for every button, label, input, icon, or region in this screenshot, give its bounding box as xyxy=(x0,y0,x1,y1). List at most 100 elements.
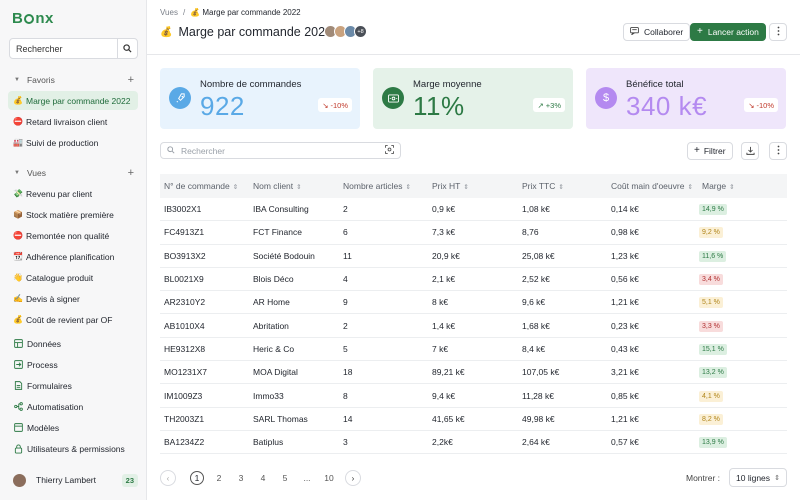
launch-action-button[interactable]: + Lancer action xyxy=(690,23,766,41)
sidebar-item-process[interactable]: Process xyxy=(8,355,138,374)
table-cell: 5 xyxy=(343,343,348,354)
table-cell: 3,3 % xyxy=(698,320,787,332)
page-title-text: Marge par commande 2022 xyxy=(178,25,333,39)
table-row[interactable]: BL0021X9 Blois Déco 4 2,1 k€ 2,52 k€ 0,56 k€ 3… xyxy=(160,268,787,292)
column-header[interactable]: Coût main d'oeuvre ⇕ xyxy=(607,181,698,191)
column-header-label: Nom client xyxy=(253,181,294,191)
table-row[interactable]: MO1231X7 MOA Digital 18 89,21 k€ 107,05 k€ 3,… xyxy=(160,361,787,385)
table-cell: 9,4 k€ xyxy=(432,390,456,401)
margin-badge: 14,9 % xyxy=(699,204,727,216)
sidebar-item-suivi-production[interactable]: 🏭 Suivi de production xyxy=(8,133,138,152)
logo[interactable]: Bnx xyxy=(12,10,54,27)
column-header[interactable]: Marge ⇕ xyxy=(698,181,787,191)
table-cell: 5,1 % xyxy=(698,296,787,309)
sidebar-search-input[interactable]: Rechercher xyxy=(10,44,117,54)
column-header[interactable]: N° de commande ⇕ xyxy=(160,181,249,191)
table-more-button[interactable] xyxy=(769,142,787,160)
notification-badge[interactable]: 23 xyxy=(121,473,138,487)
page-button[interactable]: 1 xyxy=(186,471,208,485)
table-cell: Heric & Co xyxy=(253,343,295,354)
sidebar-item-cout-revient[interactable]: 💰 Coût de revient par OF xyxy=(8,310,138,329)
table-cell: AB1010X4 xyxy=(164,320,205,331)
comment-icon xyxy=(630,27,639,37)
collaborator-avatars[interactable]: +8 xyxy=(324,25,367,38)
add-vue-icon[interactable]: + xyxy=(128,168,134,179)
table-cell: 8,76 xyxy=(522,227,539,238)
table-row[interactable]: AB1010X4 Abritation 2 1,4 k€ 1,68 k€ 0,23 k€ 3… xyxy=(160,314,787,338)
table-cell: 1,4 k€ xyxy=(432,320,456,331)
table-row[interactable]: BO3913X2 Société Bodouin 11 20,9 k€ 25,08 k€… xyxy=(160,245,787,268)
table-body: IB3002X1 IBA Consulting 2 0,9 k€ 1,08 k€ 0,14… xyxy=(160,198,787,455)
pagination: ‹ 1 2 3 4 5 ... 10 › xyxy=(160,470,361,486)
table-row[interactable]: FC4913Z1 FCT Finance 6 7,3 k€ 8,76 0,98 k€ 9,2… xyxy=(160,221,787,245)
sidebar-item-adherence-planif[interactable]: 📆 Adhérence planification xyxy=(8,247,138,266)
page-ellipsis: ... xyxy=(303,473,311,483)
page-button[interactable]: 2 xyxy=(208,473,230,483)
table-cell: BA1234Z2 xyxy=(164,437,205,448)
breadcrumb-root[interactable]: Vues xyxy=(160,8,178,17)
search-icon[interactable] xyxy=(117,39,137,58)
user-profile[interactable]: Thierry Lambert 23 xyxy=(8,469,138,491)
sidebar-item-non-qualite[interactable]: ⛔ Remontée non qualité xyxy=(8,226,138,245)
sidebar-item-stock-matiere[interactable]: 📦 Stock matière première xyxy=(8,205,138,224)
table-cell: 7 k€ xyxy=(432,343,449,354)
table-cell: 89,21 k€ xyxy=(432,367,465,378)
table-cell: 11 xyxy=(343,250,352,261)
rows-per-page-select[interactable]: 10 lignes ⇕ xyxy=(729,468,787,487)
table-cell: 8,2 % xyxy=(698,413,787,425)
sidebar-item-modeles[interactable]: Modèles xyxy=(8,418,138,437)
margin-badge: 9,2 % xyxy=(699,227,723,239)
sidebar-item-retard-livraison[interactable]: ⛔ Retard livraison client xyxy=(8,112,138,131)
add-favori-icon[interactable]: + xyxy=(128,75,134,86)
table-cell: 0,43 k€ xyxy=(611,343,639,354)
sidebar-search[interactable]: Rechercher xyxy=(9,38,138,59)
page-button[interactable]: 10 xyxy=(318,473,340,483)
vues-section-header[interactable]: ▼ Vues + xyxy=(14,168,134,179)
sidebar-item-label: Automatisation xyxy=(27,401,84,412)
sidebar-item-formulaires[interactable]: Formulaires xyxy=(8,376,138,395)
favoris-section-header[interactable]: ▼ Favoris + xyxy=(14,75,134,86)
download-button[interactable] xyxy=(741,142,759,160)
sidebar-item-devis[interactable]: ✍️ Devis à signer xyxy=(8,289,138,308)
table-cell: 4,1 % xyxy=(698,390,787,402)
table-cell: 25,08 k€ xyxy=(522,250,555,261)
caret-down-icon: ▼ xyxy=(14,170,20,176)
sidebar-item-marge-par-commande[interactable]: 💰 Marge par commande 2022 xyxy=(8,91,138,110)
prev-page-button[interactable]: ‹ xyxy=(160,470,176,486)
avatar-more-count: +8 xyxy=(354,25,367,38)
page-button[interactable]: 4 xyxy=(252,473,274,483)
sidebar-item-revenu-client[interactable]: 💸 Revenu par client xyxy=(8,184,138,203)
vertical-dots-icon xyxy=(777,145,780,157)
column-header[interactable]: Nombre articles ⇕ xyxy=(339,181,428,191)
table-search-input[interactable]: Rechercher xyxy=(181,146,225,156)
automation-icon xyxy=(13,402,23,412)
column-header[interactable]: Prix TTC ⇕ xyxy=(518,181,607,191)
sidebar-item-automatisation[interactable]: Automatisation xyxy=(8,397,138,416)
next-page-button[interactable]: › xyxy=(345,470,361,486)
table-cell: 2 xyxy=(343,320,348,331)
sidebar-item-label: Suivi de production xyxy=(26,137,99,148)
collaborate-button[interactable]: Collaborer xyxy=(623,23,691,41)
more-options-button[interactable] xyxy=(769,23,787,41)
table-row[interactable]: HE9312X8 Heric & Co 5 7 k€ 8,4 k€ 0,43 k€ 15,1… xyxy=(160,338,787,362)
sidebar-item-catalogue[interactable]: 👋 Catalogue produit xyxy=(8,268,138,287)
sidebar-item-donnees[interactable]: Données xyxy=(8,334,138,353)
form-icon xyxy=(13,381,23,391)
sort-icon: ⇕ xyxy=(558,184,564,191)
table-row[interactable]: IB3002X1 IBA Consulting 2 0,9 k€ 1,08 k€ 0,14… xyxy=(160,198,787,222)
column-header[interactable]: Nom client ⇕ xyxy=(249,181,339,191)
table-row[interactable]: BA1234Z2 Batiplus 3 2,2k€ 2,64 k€ 0,57 k€ 13,9… xyxy=(160,431,787,455)
table-row[interactable]: TH2003Z1 SARL Thomas 14 41,65 k€ 49,98 k€ 1,2… xyxy=(160,408,787,431)
table-row[interactable]: AR2310Y2 AR Home 9 8 k€ 9,6 k€ 1,21 k€ 5,1 % xyxy=(160,291,787,315)
table-cell: 2 xyxy=(343,204,348,215)
page-button[interactable]: 3 xyxy=(230,473,252,483)
page-button[interactable]: 5 xyxy=(274,473,296,483)
table-cell: 9 xyxy=(343,297,348,308)
table-search[interactable]: Rechercher xyxy=(160,142,401,159)
sidebar-item-utilisateurs[interactable]: Utilisateurs & permissions xyxy=(8,439,138,458)
column-header[interactable]: Prix HT ⇕ xyxy=(428,181,518,191)
table-row[interactable]: IM1009Z3 Immo33 8 9,4 k€ 11,28 k€ 0,85 k€ 4,1 … xyxy=(160,384,787,408)
filter-button[interactable]: + Filtrer xyxy=(687,142,733,160)
scan-icon[interactable] xyxy=(385,145,394,156)
table-cell: IB3002X1 xyxy=(164,204,202,215)
